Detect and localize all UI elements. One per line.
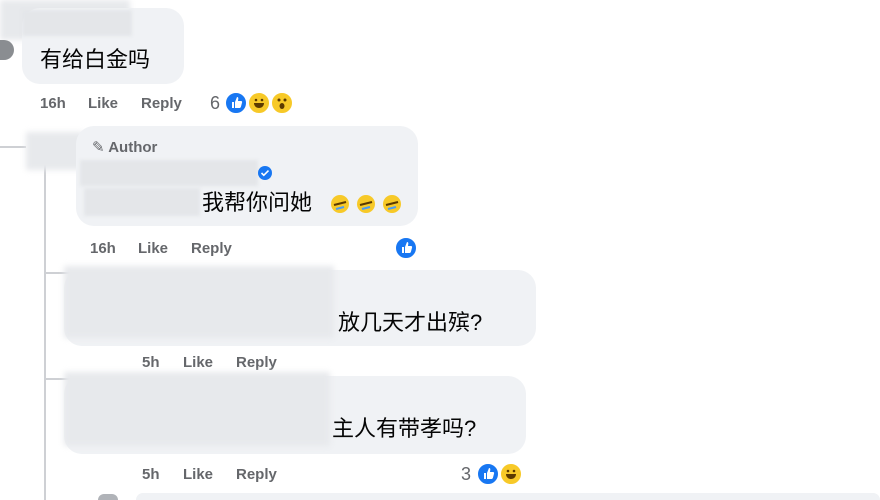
comment-text: 放几天才出殡? [338,310,483,335]
haha-icon [499,462,523,486]
like-icon[interactable] [394,236,418,260]
verified-icon [258,166,272,180]
comment-time[interactable]: 16h [40,95,66,112]
avatar-edge [0,40,14,60]
comment-time[interactable]: 5h [142,466,160,483]
like-button[interactable]: Like [138,240,168,257]
reply-button[interactable]: Reply [141,95,182,112]
comment-time[interactable]: 5h [142,354,160,371]
thread-line [44,150,46,500]
author-badge: ✎ Author [92,138,157,156]
rolling-laugh-icon [383,195,401,213]
avatar [98,494,118,500]
author-label: Author [108,139,158,156]
like-button[interactable]: Like [183,466,213,483]
rolling-laugh-icon [331,195,349,213]
reply-button[interactable]: Reply [236,354,277,371]
thread-line [0,146,26,148]
like-icon [476,462,500,486]
blurred-text [84,188,200,216]
haha-icon [247,91,271,115]
reaction-count[interactable]: 6 [210,93,220,114]
next-comment-bubble [136,493,880,500]
rolling-laugh-icon [357,195,375,213]
blurred-name [80,160,258,186]
blurred-name-avatar [64,372,330,446]
pencil-icon: ✎ [92,139,105,156]
wow-icon [270,91,294,115]
reply-button[interactable]: Reply [236,466,277,483]
reaction-count[interactable]: 3 [461,464,471,485]
reply-button[interactable]: Reply [191,240,232,257]
comment-text: 我帮你问她 [202,190,313,215]
comment-time[interactable]: 16h [90,240,116,257]
comment-text: 主人有带孝吗? [332,416,477,441]
laugh-emoji-group [330,193,404,215]
like-button[interactable]: Like [88,95,118,112]
blurred-name [22,10,132,36]
like-button[interactable]: Like [183,354,213,371]
blurred-name-avatar [64,266,334,338]
like-icon [224,91,248,115]
comment-text: 有给白金吗 [40,47,151,72]
